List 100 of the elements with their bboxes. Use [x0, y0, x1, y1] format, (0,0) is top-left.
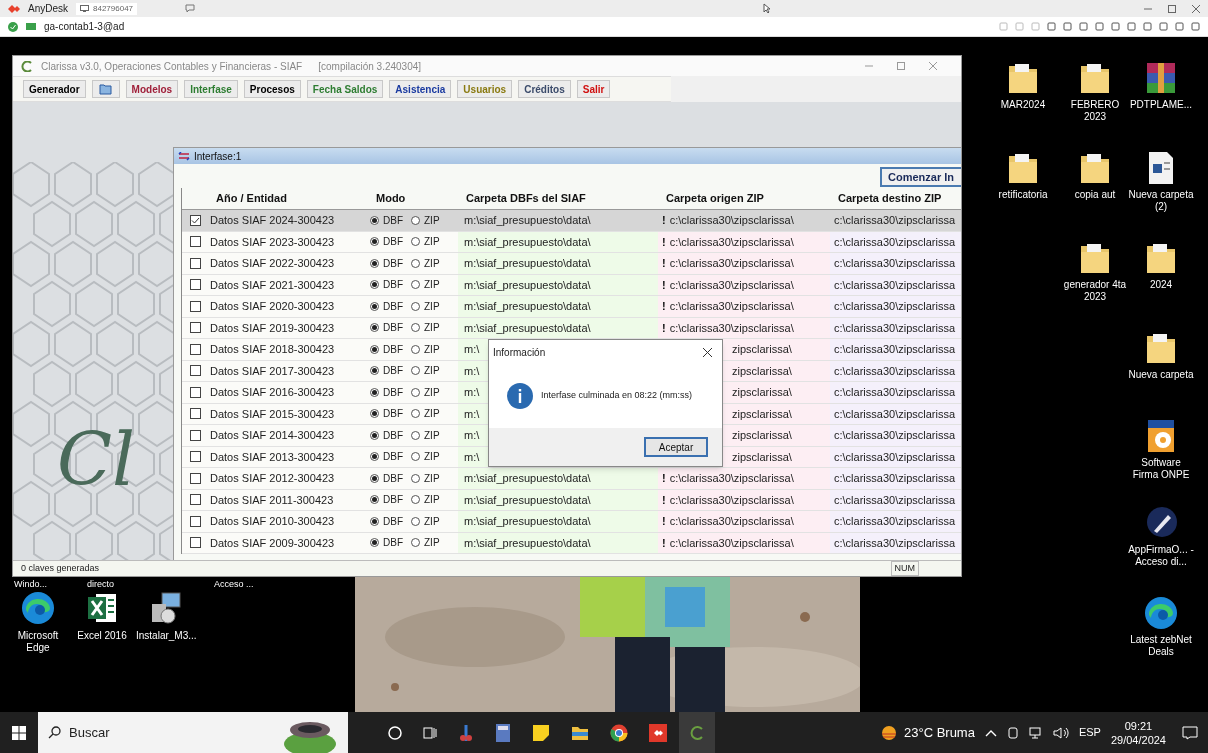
shortcut-label: Instalar_M3... [136, 630, 196, 642]
shortcut-label: retificatoria [997, 189, 1049, 201]
table-cell: c:\clarissa30\zipsclarissa [830, 339, 961, 360]
table-cell-text: Datos SIAF 2022-300423 [209, 256, 336, 271]
shortcut-label: Microsoft Edge [16, 630, 60, 654]
table-cell-text: Datos SIAF 2009-300423 [209, 535, 336, 551]
table-cell-text: Datos SIAF 2023-300423 [209, 234, 336, 250]
shortcut-label: Excel 2016 [76, 630, 128, 642]
radio-label: ZIP [424, 471, 440, 486]
table-cell: m:\siaf_presupuesto\data\ [458, 317, 658, 338]
warning-mark: ! [662, 471, 666, 486]
table-cell: c:\clarissa30\zipsclarissa [830, 274, 961, 295]
table-cell-text: zipsclarissa\ [732, 449, 792, 465]
radio-label: ZIP [424, 450, 440, 465]
remote-address: ga-contab1-3@ad [44, 20, 125, 34]
radio-label: DBF [383, 450, 403, 465]
radio-label: DBF [383, 428, 403, 443]
shortcut-label: MAR2024 [999, 99, 1047, 111]
table-cell-text: c:\clarissa30\zipsclarissa\ [669, 514, 794, 529]
table-cell-text: c:\clarissa30\zipsclarissa\ [669, 471, 794, 486]
shortcut-label: Latest zebNet Deals [1129, 634, 1193, 658]
radio-label: DBF [383, 385, 403, 400]
table-cell: c:\clarissa30\zipsclarissa [830, 296, 961, 317]
radio-label: ZIP [424, 536, 440, 551]
shortcut-label: 2024 [1148, 279, 1174, 291]
shortcut-label: AppFirmaO... - Acceso di... [1128, 544, 1194, 568]
table-cell-text: c:\clarissa30\zipsclarissa\ [669, 535, 794, 551]
table-cell: c:\clarissa30\zipsclarissa [830, 382, 961, 403]
status-text: 0 claves generadas [21, 561, 100, 575]
radio-label: ZIP [424, 278, 440, 293]
radio-label: DBF [383, 364, 403, 379]
warning-mark: ! [662, 234, 666, 250]
table-cell-text: zipsclarissa\ [732, 385, 792, 400]
radio-label: DBF [383, 536, 403, 551]
table-cell-text: Datos SIAF 2013-300423 [209, 449, 336, 465]
search-placeholder: Buscar [69, 723, 110, 742]
table-cell: c:\clarissa30\zipsclarissa [830, 468, 961, 489]
child-title: Interfase:1 [194, 149, 242, 164]
shortcut-label: directo [87, 579, 115, 589]
num-lock-indicator: NUM [890, 560, 919, 576]
radio-label: DBF [383, 493, 403, 508]
window-title: Clarissa v3.0, Operaciones Contables y Financieras - SIAF [41, 59, 303, 74]
radio-label: ZIP [424, 213, 440, 228]
table-cell: m:\siaf_presupuesto\data\ [458, 468, 658, 489]
table-cell: m:\siaf_presupuesto\data\ [458, 489, 658, 510]
radio-label: DBF [383, 213, 403, 228]
table-cell-text: Datos SIAF 2021-300423 [209, 277, 336, 293]
shortcut-label: Software Firma ONPE [1131, 457, 1191, 481]
radio-label: DBF [383, 342, 403, 357]
table-cell: c:\clarissa30\zipsclarissa [830, 489, 961, 510]
table-cell-text: Datos SIAF 2016-300423 [209, 385, 336, 400]
table-cell: c:\clarissa30\zipsclarissa [830, 360, 961, 381]
shortcut-label: Nueva carpeta [1128, 369, 1194, 381]
table-cell-text: Datos SIAF 2010-300423 [209, 514, 336, 529]
warning-mark: ! [662, 277, 666, 293]
table-cell-text: Datos SIAF 2012-300423 [209, 471, 336, 486]
radio-label: ZIP [424, 235, 440, 250]
table-cell-text: Datos SIAF 2015-300423 [209, 406, 336, 422]
table-cell: c:\clarissa30\zipsclarissa [830, 253, 961, 274]
table-cell: m:\siaf_presupuesto\data\ [458, 253, 658, 274]
table-cell: m:\siaf_presupuesto\data\ [458, 231, 658, 252]
table-cell-text: zipsclarissa\ [732, 363, 792, 379]
column-header: Carpeta origen ZIP [665, 191, 765, 207]
radio-label: ZIP [424, 385, 440, 400]
table-cell-text: zipsclarissa\ [732, 342, 792, 357]
radio-label: ZIP [424, 407, 440, 422]
radio-label: DBF [383, 235, 403, 250]
table-cell: c:\clarissa30\zipsclarissa [830, 403, 961, 424]
shortcut-label: Acceso ... [214, 579, 254, 589]
radio-label: DBF [383, 256, 403, 271]
warning-mark: ! [662, 213, 666, 228]
radio-label: ZIP [424, 364, 440, 379]
shortcut-label: FEBRERO 2023 [1069, 99, 1121, 123]
table-cell-text: Datos SIAF 2011-300423 [209, 492, 335, 508]
radio-label: ZIP [424, 342, 440, 357]
table-cell: m:\siaf_presupuesto\data\ [458, 532, 658, 553]
table-cell: c:\clarissa30\zipsclarissa [830, 446, 961, 467]
radio-label: DBF [383, 407, 403, 422]
table-cell: c:\clarissa30\zipsclarissa [830, 231, 961, 252]
table-cell-text: Datos SIAF 2017-300423 [209, 363, 336, 379]
table-cell-text: zipsclarissa\ [732, 428, 792, 443]
table-cell-text: Datos SIAF 2024-300423 [209, 213, 336, 228]
warning-mark: ! [662, 256, 666, 271]
shortcut-label: PDTPLAME... [1128, 99, 1194, 111]
radio-label: DBF [383, 278, 403, 293]
build-label: [compilación 3.240304] [318, 59, 422, 74]
table-cell-text: Datos SIAF 2014-300423 [209, 428, 336, 443]
table-cell-text: c:\clarissa30\zipsclarissa [833, 213, 957, 228]
radio-label: ZIP [424, 321, 440, 336]
radio-label: ZIP [424, 299, 440, 314]
column-header: Carpeta destino ZIP [837, 191, 943, 207]
table-cell-text: c:\clarissa30\zipsclarissa\ [669, 320, 794, 336]
table-cell-text: c:\clarissa30\zipsclarissa\ [669, 256, 794, 271]
shortcut-label: generador 4ta 2023 [1062, 279, 1128, 303]
table-cell-text: c:\clarissa30\zipsclarissa\ [669, 234, 794, 250]
shortcut-label: copia aut [1073, 189, 1117, 201]
table-cell-text: c:\clarissa30\zipsclarissa\ [669, 277, 794, 293]
dialog-title: Información [493, 345, 546, 360]
shortcut-label: Nueva carpeta (2) [1128, 189, 1194, 213]
table-cell-text: c:\clarissa30\zipsclarissa\ [669, 299, 794, 314]
